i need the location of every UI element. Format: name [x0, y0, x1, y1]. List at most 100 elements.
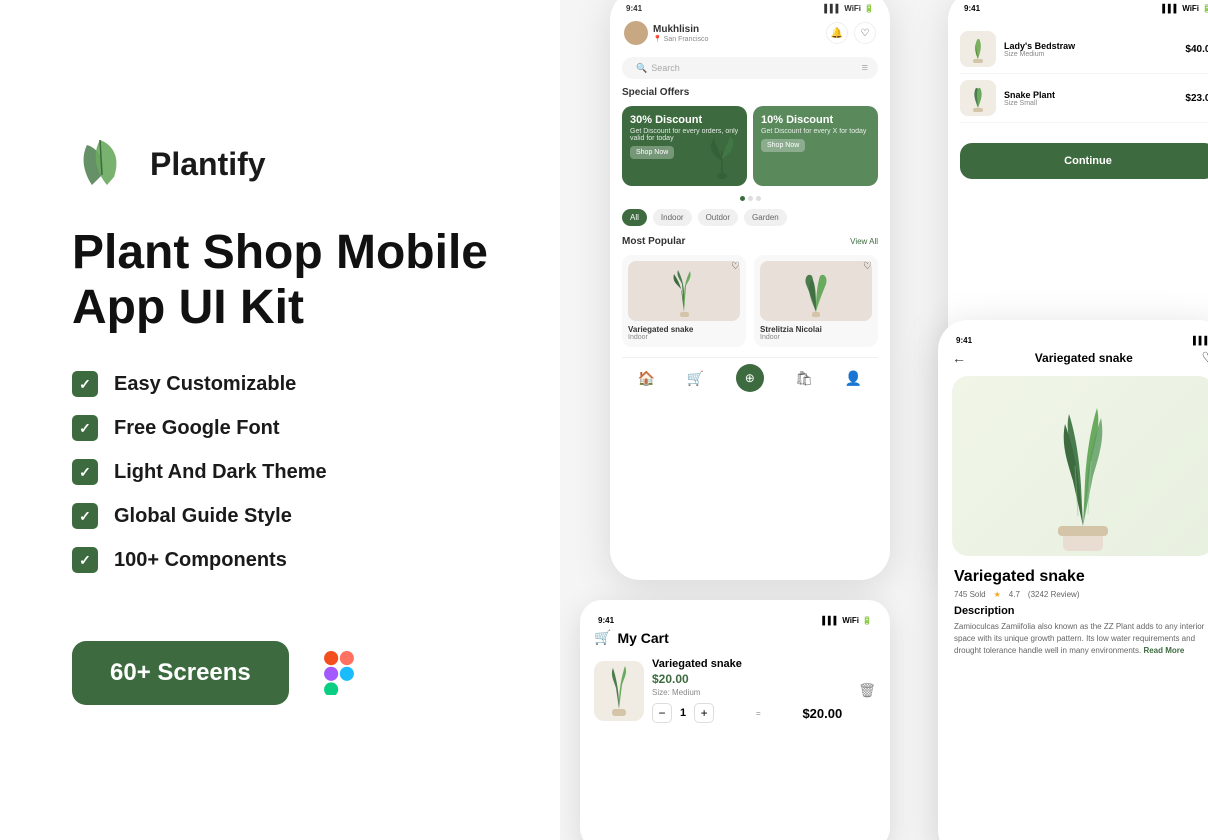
plant-type-2: Indoor	[760, 334, 872, 341]
equals-sign: =	[756, 709, 761, 718]
feature-label-3: Light And Dark Theme	[114, 461, 327, 484]
list-item-2-info: Snake Plant Size Small	[1004, 90, 1055, 107]
detail-plant-name: Variegated snake	[954, 568, 1208, 586]
banner-container: 30% Discount Get Discount for every orde…	[622, 106, 878, 186]
battery-icon: 🔋	[864, 4, 874, 13]
quantity-row[interactable]: − 1 + = $20.00	[652, 703, 842, 723]
main-title: Plant Shop Mobile App UI Kit	[72, 225, 488, 335]
list-item-1-info: Lady's Bedstraw Size Medium	[1004, 41, 1075, 58]
check-icon-1	[72, 371, 98, 397]
plant-img-2	[760, 261, 872, 321]
time-1: 9:41	[626, 4, 642, 13]
read-more-link[interactable]: Read More	[1143, 646, 1184, 655]
category-tabs[interactable]: All Indoor Outdor Garden	[622, 209, 878, 226]
carousel-dots	[622, 196, 878, 201]
list-item-1-size: Size Medium	[1004, 51, 1075, 58]
phone-cart: 9:41 ▌▌▌ WiFi 🔋 🛒 My Cart	[580, 600, 890, 840]
favorite-icon[interactable]: ♡	[854, 22, 876, 44]
banner-2-discount: 10% Discount	[761, 114, 870, 126]
list-item-2-price: $23.00	[1185, 93, 1208, 104]
nav-home[interactable]: 🏠	[638, 370, 655, 387]
phone-main-header: Mukhlisin 📍 San Francisco 🔔 ♡	[622, 17, 878, 49]
back-button[interactable]: ←	[952, 350, 966, 366]
bottom-nav[interactable]: 🏠 🛒 ⊕ 🛍 👤	[622, 357, 878, 392]
filter-icon[interactable]: ≡	[862, 62, 868, 74]
nav-scan[interactable]: ⊕	[736, 364, 764, 392]
user-info: Mukhlisin 📍 San Francisco	[624, 21, 708, 45]
pot-plant-1	[964, 33, 992, 65]
wifi-cart: WiFi	[842, 616, 859, 625]
cat-outdoor[interactable]: Outdor	[698, 209, 738, 226]
rating: 4.7	[1009, 590, 1020, 599]
cat-garden[interactable]: Garden	[744, 209, 787, 226]
list-item-1: Lady's Bedstraw Size Medium $40.00	[960, 25, 1208, 74]
desc-title: Description	[954, 605, 1208, 617]
right-area: 9:41 ▌▌▌ WiFi 🔋 Mukhlisin 📍 San Francisc…	[560, 0, 1208, 840]
list-item-2: Snake Plant Size Small $23.00	[960, 74, 1208, 123]
signal-2: ▌▌▌	[1162, 4, 1179, 13]
list-item-1-name: Lady's Bedstraw	[1004, 41, 1075, 51]
reviews: (3242 Review)	[1028, 590, 1080, 599]
feature-label-4: Global Guide Style	[114, 505, 292, 528]
dot-2	[748, 196, 753, 201]
check-icon-4	[72, 503, 98, 529]
plant-type-1: Indoor	[628, 334, 740, 341]
banner-2: 10% Discount Get Discount for every X fo…	[753, 106, 878, 186]
heart-icon-1[interactable]: ♡	[731, 261, 740, 272]
cat-indoor[interactable]: Indoor	[653, 209, 692, 226]
notification-icon[interactable]: 🔔	[826, 22, 848, 44]
cart-title: My Cart	[617, 630, 668, 646]
logo-row: Plantify	[72, 135, 488, 195]
battery-2: 🔋	[1202, 4, 1208, 13]
cart-header: 🛒 My Cart	[594, 629, 876, 646]
signal-icon: ▌▌▌	[824, 4, 841, 13]
location-icon: 📍	[653, 36, 662, 43]
phone-main: 9:41 ▌▌▌ WiFi 🔋 Mukhlisin 📍 San Francisc…	[610, 0, 890, 580]
feature-label-5: 100+ Components	[114, 549, 287, 572]
banner-2-desc: Get Discount for every X for today	[761, 128, 870, 135]
phone-cart-screen: 9:41 ▌▌▌ WiFi 🔋 🛒 My Cart	[580, 600, 890, 840]
list-item-1-img	[960, 31, 996, 67]
qty-increase[interactable]: +	[694, 703, 714, 723]
delete-icon[interactable]: 🗑	[858, 682, 876, 699]
time-detail: 9:41	[956, 336, 972, 345]
nav-shop[interactable]: 🛍	[795, 370, 813, 387]
figma-icon	[317, 651, 361, 695]
cart-item: Variegated snake $20.00 Size: Medium − 1…	[594, 658, 876, 723]
detail-plant-image	[952, 376, 1208, 556]
cart-total-price: $20.00	[802, 706, 842, 721]
header-icons[interactable]: 🔔 ♡	[826, 22, 876, 44]
left-panel: Plantify Plant Shop Mobile App UI Kit Ea…	[0, 0, 560, 840]
heart-icon-2[interactable]: ♡	[863, 261, 872, 272]
banner-2-btn[interactable]: Shop Now	[761, 139, 805, 152]
banner-1-btn[interactable]: Shop Now	[630, 146, 674, 159]
cart-item-name: Variegated snake	[652, 658, 842, 670]
cart-item-price: $20.00	[652, 672, 842, 686]
status-bar-detail: 9:41 ▌▌▌	[952, 334, 1208, 349]
search-bar[interactable]: 🔍 Search ≡	[622, 57, 878, 79]
stars-icon: ★	[994, 590, 1001, 599]
list-item-2-img	[960, 80, 996, 116]
app-name: Plantify	[150, 146, 266, 183]
plant-card-2[interactable]: ♡ Strelitzia Nicolai Indoor	[754, 255, 878, 347]
search-placeholder: Search	[651, 63, 680, 73]
screens-button[interactable]: 60+ Screens	[72, 641, 289, 705]
plant-card-1[interactable]: ♡ Variegated snake Indoor	[622, 255, 746, 347]
view-all-link[interactable]: View All	[850, 237, 878, 246]
plant-img-1	[628, 261, 740, 321]
cart-item-img	[594, 661, 644, 721]
cat-all[interactable]: All	[622, 209, 647, 226]
check-icon-3	[72, 459, 98, 485]
feature-item-2: Free Google Font	[72, 415, 488, 441]
nav-profile[interactable]: 👤	[845, 370, 862, 387]
detail-heart[interactable]: ♡	[1201, 349, 1208, 366]
dot-1	[740, 196, 745, 201]
logo-icon	[72, 135, 142, 195]
banner-1-plant	[702, 131, 742, 181]
qty-decrease[interactable]: −	[652, 703, 672, 723]
detail-stats: 745 Sold ★ 4.7 (3242 Review)	[954, 590, 1208, 599]
phone-main-screen: 9:41 ▌▌▌ WiFi 🔋 Mukhlisin 📍 San Francisc…	[610, 0, 890, 580]
continue-button[interactable]: Continue	[960, 143, 1208, 179]
battery-cart: 🔋	[862, 616, 872, 625]
nav-cart[interactable]: 🛒	[687, 370, 704, 387]
